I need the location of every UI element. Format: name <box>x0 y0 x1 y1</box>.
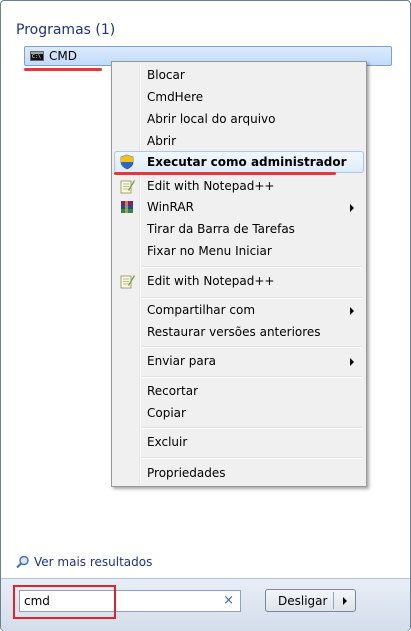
menu-item-enviar[interactable]: Enviar para <box>114 350 364 372</box>
winrar-books-icon <box>121 201 133 213</box>
menu-item-compartilhar[interactable]: Compartilhar com <box>114 299 364 321</box>
shutdown-label: Desligar <box>278 594 328 608</box>
menu-separator <box>142 376 362 378</box>
result-label: CMD <box>49 49 77 63</box>
menu-item-copiar[interactable]: Copiar <box>114 402 364 424</box>
menu-item-recortar[interactable]: Recortar <box>114 380 364 402</box>
menu-item-label: Executar como administrador <box>147 155 347 169</box>
menu-item-edit-notepad[interactable]: Edit with Notepad++ <box>114 175 364 197</box>
menu-item-label: WinRAR <box>147 200 194 214</box>
menu-item-label: Blocar <box>147 68 185 82</box>
menu-item-restaurar[interactable]: Restaurar versões anteriores <box>114 321 364 343</box>
menu-item-executar-admin[interactable]: Executar como administrador <box>114 151 364 173</box>
menu-item-label: CmdHere <box>147 90 204 104</box>
menu-item-label: Restaurar versões anteriores <box>147 325 321 339</box>
menu-separator <box>142 427 362 429</box>
menu-item-label: Excluir <box>147 435 188 449</box>
clear-search-icon[interactable]: × <box>223 593 234 608</box>
menu-item-blocar[interactable]: Blocar <box>114 64 364 86</box>
menu-item-winrar[interactable]: WinRAR <box>114 196 364 218</box>
shutdown-split-divider <box>333 592 334 609</box>
section-title: Programas (1) <box>16 22 116 38</box>
menu-separator <box>142 457 362 459</box>
search-icon <box>16 555 29 569</box>
see-more-results-link[interactable]: Ver mais resultados <box>16 555 152 569</box>
submenu-arrow-icon <box>350 204 354 212</box>
context-menu: Blocar CmdHere Abrir local do arquivo Ab… <box>111 61 367 487</box>
menu-item-label: Enviar para <box>147 354 216 368</box>
menu-item-label: Abrir local do arquivo <box>147 112 276 126</box>
menu-item-abrir-local[interactable]: Abrir local do arquivo <box>114 108 364 130</box>
shutdown-button[interactable]: Desligar <box>265 589 356 612</box>
menu-item-label: Propriedades <box>147 466 226 480</box>
red-annotation-underline <box>24 68 102 71</box>
menu-item-label: Copiar <box>147 406 186 420</box>
menu-separator <box>142 266 362 268</box>
menu-item-label: Compartilhar com <box>147 303 256 317</box>
menu-separator <box>142 346 362 348</box>
menu-item-label: Edit with Notepad++ <box>147 274 275 288</box>
menu-item-edit-notepad-2[interactable]: Edit with Notepad++ <box>114 270 364 292</box>
red-annotation-box <box>13 585 116 619</box>
menu-item-fixar-menu[interactable]: Fixar no Menu Iniciar <box>114 240 364 262</box>
submenu-arrow-icon <box>350 358 354 366</box>
cmd-console-icon <box>30 51 44 61</box>
menu-item-propriedades[interactable]: Propriedades <box>114 462 364 484</box>
see-more-results-label: Ver mais resultados <box>34 555 153 569</box>
notepad-plus-plus-icon <box>120 180 135 194</box>
menu-item-label: Abrir <box>147 134 177 148</box>
menu-item-label: Tirar da Barra de Tarefas <box>147 222 295 236</box>
uac-shield-icon <box>120 154 134 170</box>
menu-item-cmdhere[interactable]: CmdHere <box>114 86 364 108</box>
menu-item-tirar-barra[interactable]: Tirar da Barra de Tarefas <box>114 218 364 240</box>
menu-item-label: Fixar no Menu Iniciar <box>147 244 272 258</box>
menu-item-abrir[interactable]: Abrir <box>114 130 364 152</box>
submenu-arrow-icon <box>350 307 354 315</box>
shutdown-options-arrow-icon[interactable] <box>343 597 347 605</box>
menu-item-label: Edit with Notepad++ <box>147 179 275 193</box>
menu-item-label: Recortar <box>147 384 199 398</box>
notepad-plus-plus-icon <box>120 275 135 289</box>
menu-item-excluir[interactable]: Excluir <box>114 431 364 453</box>
